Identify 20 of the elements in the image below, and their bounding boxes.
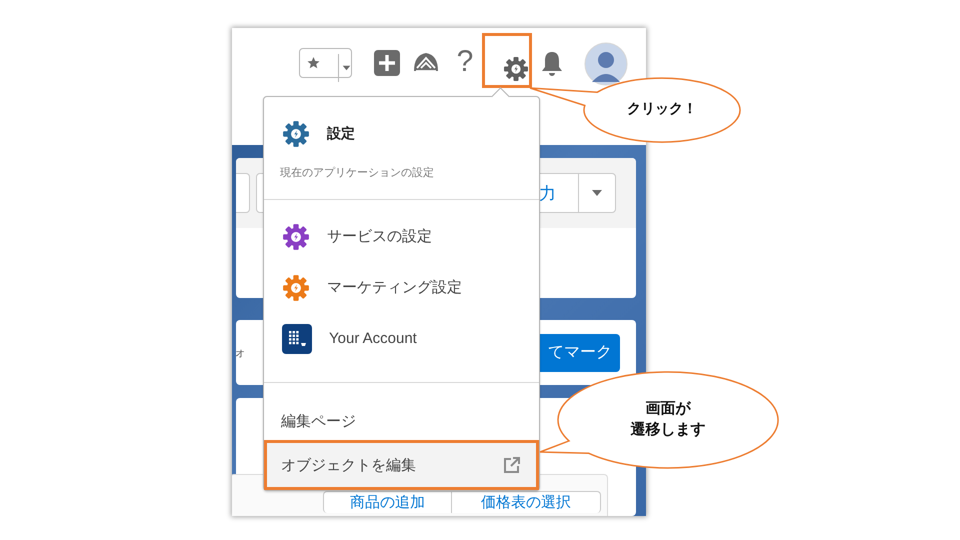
settings-icon[interactable] (502, 56, 528, 82)
external-link-icon (502, 455, 522, 476)
plus-icon[interactable] (374, 50, 400, 76)
menu-item[interactable]: 設定 (327, 125, 355, 141)
callout-text: クリック！ (627, 100, 697, 118)
field-label: ォ (234, 344, 246, 361)
caret-icon (591, 189, 603, 197)
caret-icon (338, 54, 351, 82)
action-button[interactable]: 商品の追加 (323, 491, 452, 513)
menu-item[interactable]: オブジェクトを編集 (264, 440, 539, 490)
help-button[interactable]: ? (454, 45, 476, 79)
menu-item-description: 現在のアプリケーションの設定 (279, 166, 435, 181)
action-button[interactable]: 価格表の選択 (452, 491, 601, 513)
menu-item[interactable]: マーケティング設定 (264, 262, 539, 314)
input-field[interactable] (236, 173, 250, 213)
section-title: 編集ページ (280, 412, 357, 432)
callout-text: 画面が (646, 399, 690, 419)
menu-item[interactable]: サービスの設定 (264, 211, 539, 262)
callout-text: 遷移します (630, 420, 706, 440)
avatar-icon[interactable] (584, 42, 628, 86)
